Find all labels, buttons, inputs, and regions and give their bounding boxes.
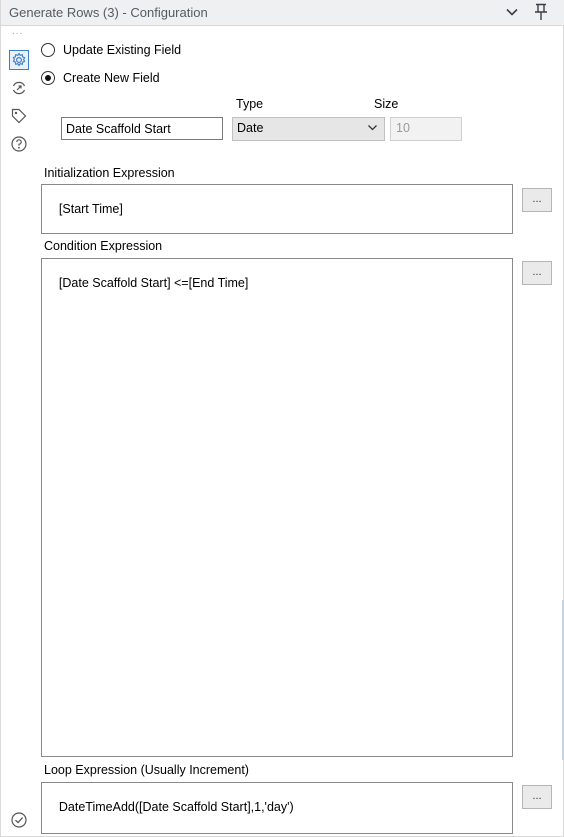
sidebar: ... xyxy=(1,26,35,837)
window-title: Generate Rows (3) - Configuration xyxy=(9,5,208,20)
help-icon[interactable] xyxy=(9,134,29,154)
new-field-name-input[interactable] xyxy=(61,117,223,140)
condition-expression-label: Condition Expression xyxy=(44,239,163,253)
loop-expression-editor[interactable]: DateTimeAdd([Date Scaffold Start],1,'day… xyxy=(41,782,513,834)
sidebar-overflow-dots[interactable]: ... xyxy=(12,26,23,37)
radio-button[interactable] xyxy=(41,43,55,57)
pin-icon[interactable] xyxy=(531,2,551,22)
size-header: Size xyxy=(374,97,399,111)
chevron-down-icon xyxy=(367,122,378,136)
loop-expression-label: Loop Expression (Usually Increment) xyxy=(44,763,249,777)
radio-button[interactable] xyxy=(41,71,55,85)
type-header: Type xyxy=(236,97,264,111)
radio-create-new-field[interactable]: Create New Field xyxy=(41,69,160,87)
check-circle-icon xyxy=(9,810,29,830)
condition-expression-editor[interactable]: [Date Scaffold Start] <=[End Time] xyxy=(41,258,513,757)
loop-expression-text: DateTimeAdd([Date Scaffold Start],1,'day… xyxy=(58,800,294,814)
chevron-down-icon[interactable] xyxy=(502,2,522,22)
rename-icon[interactable] xyxy=(9,78,29,98)
configuration-panel: Generate Rows (3) - Configuration ... Up… xyxy=(0,0,564,837)
init-expression-editor[interactable]: [Start Time] xyxy=(41,184,513,234)
type-select[interactable]: Date xyxy=(232,117,385,141)
tag-icon[interactable] xyxy=(9,106,29,126)
title-bar: Generate Rows (3) - Configuration xyxy=(1,0,564,26)
type-select-value: Date xyxy=(237,121,264,135)
radio-update-existing-field[interactable]: Update Existing Field xyxy=(41,41,181,59)
condition-expression-text: [Date Scaffold Start] <=[End Time] xyxy=(58,276,249,290)
init-expression-text: [Start Time] xyxy=(58,202,123,216)
loop-expression-builder-button[interactable]: ... xyxy=(522,785,552,809)
init-expression-label: Initialization Expression xyxy=(44,166,175,180)
size-field: 10 xyxy=(390,117,462,141)
condition-expression-builder-button[interactable]: ... xyxy=(522,261,552,285)
init-expression-builder-button[interactable]: ... xyxy=(522,188,552,212)
gear-icon[interactable] xyxy=(9,50,29,70)
size-value: 10 xyxy=(396,121,410,135)
radio-label: Update Existing Field xyxy=(63,43,182,57)
radio-label: Create New Field xyxy=(63,71,160,85)
